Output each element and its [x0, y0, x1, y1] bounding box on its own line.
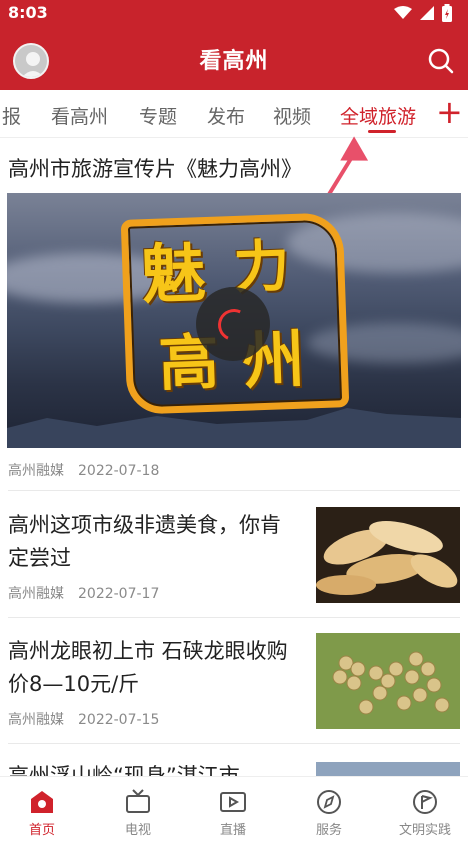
divider — [8, 617, 460, 618]
article-meta: 高州融媒 2022-07-15 — [8, 709, 159, 729]
nav-label: 直播 — [219, 823, 246, 838]
app-bar: 看高州 — [0, 26, 468, 90]
active-tab-indicator — [368, 130, 396, 133]
divider — [8, 490, 460, 491]
article-meta: 高州融媒 2022-07-17 — [8, 583, 159, 603]
tab-release[interactable]: 发布 — [207, 102, 245, 129]
nav-label: 首页 — [28, 823, 55, 838]
article-date: 2022-07-15 — [78, 712, 160, 728]
add-channel-button[interactable]: + — [436, 94, 463, 130]
status-time: 8:03 — [8, 3, 48, 22]
nav-civilization[interactable]: 文明实践 — [385, 789, 465, 838]
article-thumbnail[interactable] — [316, 762, 460, 776]
search-button[interactable] — [426, 46, 456, 76]
nav-live[interactable]: 直播 — [193, 789, 273, 838]
flag-icon — [413, 790, 437, 814]
tab-kan-gaozhou[interactable]: 看高州 — [51, 102, 108, 129]
tab-video[interactable]: 视频 — [273, 102, 311, 129]
longan-image — [316, 633, 460, 729]
wifi-icon — [394, 6, 412, 19]
article-thumbnail[interactable] — [316, 633, 460, 729]
battery-icon — [442, 4, 452, 22]
article-thumbnail[interactable] — [316, 507, 460, 603]
tab-news[interactable]: 报 — [2, 102, 21, 129]
article-date: 2022-07-17 — [78, 586, 160, 602]
nav-label: 电视 — [124, 823, 151, 838]
home-icon — [31, 791, 53, 813]
divider — [8, 743, 460, 744]
search-icon — [428, 48, 454, 74]
nav-home[interactable]: 首页 — [2, 789, 82, 838]
logo-character: 魅 — [140, 236, 207, 314]
article-source: 高州融媒 — [8, 586, 64, 602]
nav-service[interactable]: 服务 — [289, 789, 369, 838]
article-date: 2022-07-18 — [78, 463, 160, 479]
page-title: 看高州 — [199, 49, 269, 74]
tab-topics[interactable]: 专题 — [139, 102, 177, 129]
nav-label: 服务 — [315, 823, 342, 838]
channel-tabs: 报 看高州 专题 发布 视频 全域旅游 + — [0, 90, 468, 138]
tv-icon — [126, 789, 150, 813]
nav-tv[interactable]: 电视 — [98, 789, 178, 838]
bottom-nav: 首页 电视 直播 服务 文明实践 — [0, 776, 468, 843]
signal-icon — [420, 6, 434, 20]
compass-icon — [317, 790, 341, 814]
article-title[interactable]: 高州这项市级非遗美食，你肯定尝过 — [8, 509, 298, 575]
featured-video[interactable]: 魅 力 高 州 — [7, 193, 461, 448]
article-title[interactable]: 高州浮山岭“现身”湛江市 — [8, 760, 298, 776]
article-title[interactable]: 高州龙眼初上市 石硖龙眼收购价8—10元/斤 — [8, 635, 298, 701]
featured-title[interactable]: 高州市旅游宣传片《魅力高州》 — [8, 153, 302, 183]
article-source: 高州融媒 — [8, 463, 64, 479]
loading-spinner — [196, 287, 270, 361]
live-icon — [220, 792, 246, 812]
status-bar: 8:03 — [0, 0, 468, 26]
tab-tourism[interactable]: 全域旅游 — [340, 102, 416, 129]
system-icons — [394, 4, 452, 22]
article-source: 高州融媒 — [8, 712, 64, 728]
nav-label: 文明实践 — [398, 823, 451, 838]
fried-snack-image — [316, 507, 460, 603]
featured-meta: 高州融媒 2022-07-18 — [8, 460, 159, 480]
